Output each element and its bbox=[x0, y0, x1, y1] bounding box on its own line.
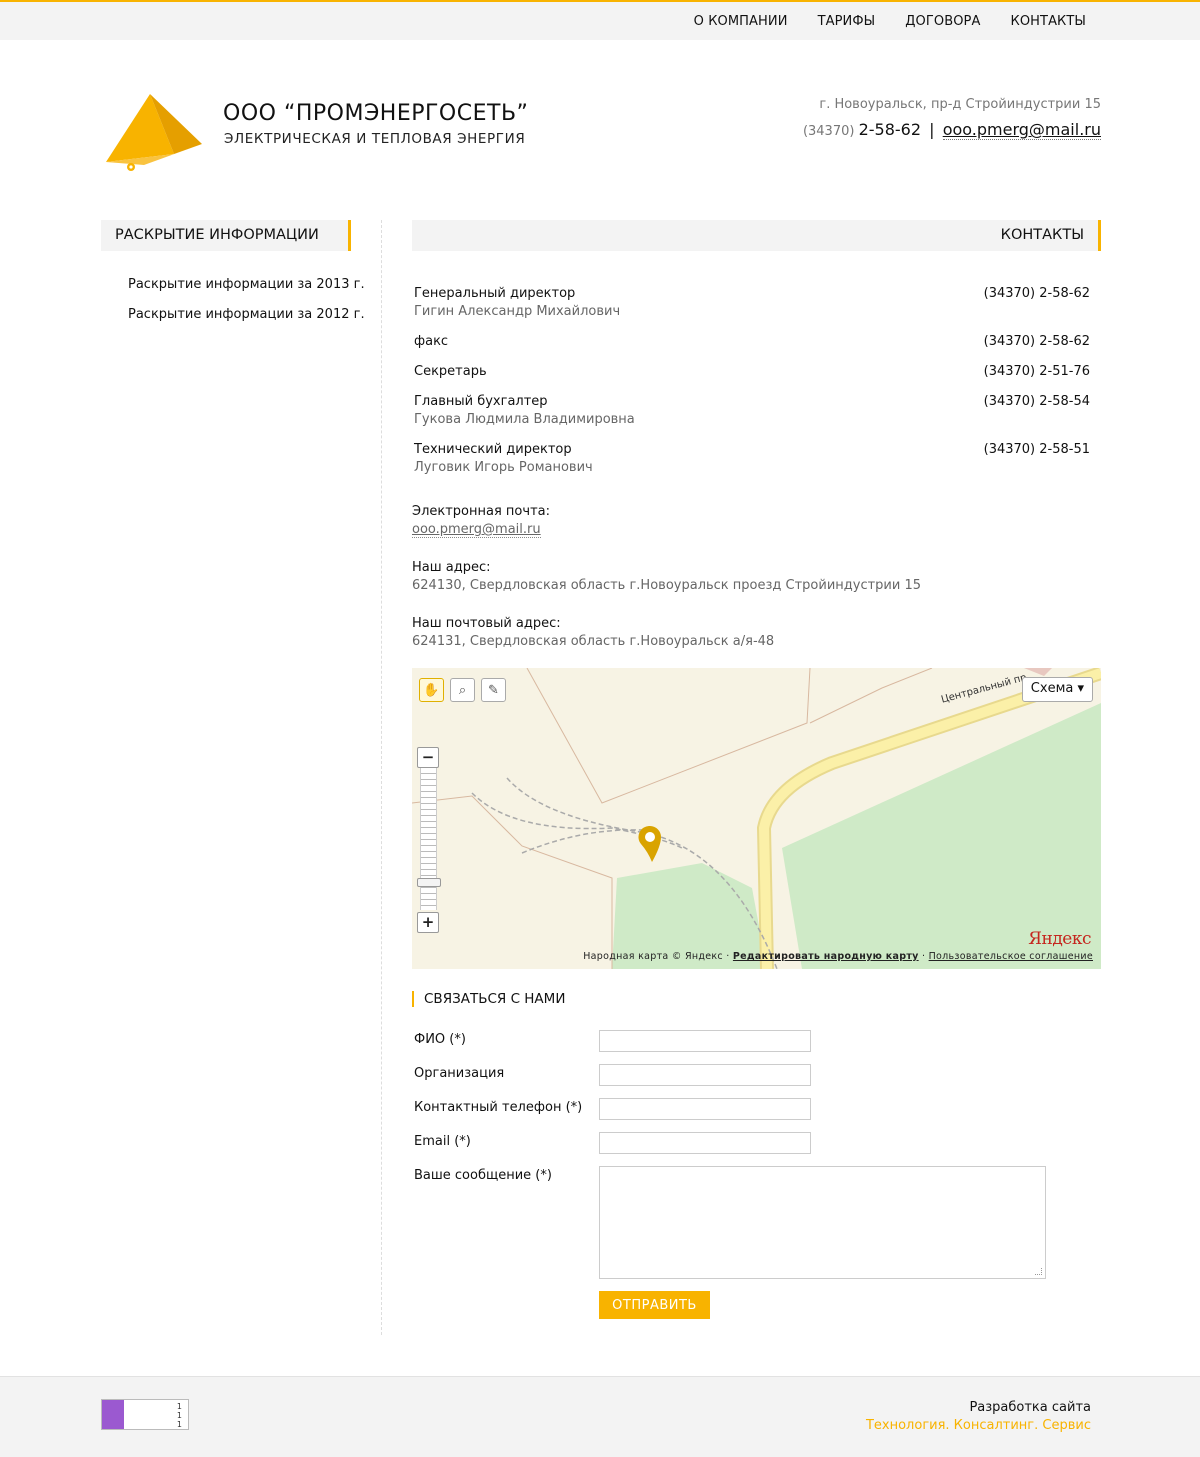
contact-person: Луговик Игорь Романович bbox=[414, 460, 593, 475]
counter-values: 1 1 1 bbox=[177, 1402, 182, 1429]
contact-person: Гукова Людмила Владимировна bbox=[414, 412, 635, 427]
yandex-map[interactable]: Центральный пр ✋ ⌕ ✎ Схема ▾ − + Яндекс … bbox=[412, 668, 1101, 969]
footer: 1 1 1 Разработка сайта Технология. Конса… bbox=[0, 1376, 1200, 1457]
zoom-in-button[interactable]: + bbox=[417, 912, 439, 933]
counter-badge-icon bbox=[102, 1400, 124, 1429]
counter-line: 1 bbox=[176, 1411, 182, 1420]
brand-title: ООО “ПРОМЭНЕРГОСЕТЬ” bbox=[223, 101, 529, 126]
map-canvas bbox=[412, 668, 1101, 969]
contact-phone: (34370) 2-58-62 bbox=[983, 286, 1090, 301]
zoom-slider-thumb[interactable] bbox=[417, 878, 441, 887]
email-link[interactable]: ooo.pmerg@mail.ru bbox=[412, 522, 541, 538]
header-phone: 2-58-62 bbox=[858, 120, 922, 139]
phone-code: (34370) bbox=[802, 124, 855, 139]
copyright-dot: · bbox=[921, 951, 926, 962]
org-input[interactable] bbox=[599, 1064, 811, 1086]
sidebar-item-2013[interactable]: Раскрытие информации за 2013 г. bbox=[128, 277, 365, 292]
submit-button[interactable]: ОТПРАВИТЬ bbox=[599, 1291, 710, 1319]
fio-input[interactable] bbox=[599, 1030, 811, 1052]
counter-line: 1 bbox=[176, 1402, 182, 1411]
header-address: г. Новоуральск, пр-д Стройиндустрии 15 bbox=[819, 97, 1101, 112]
message-textarea[interactable] bbox=[599, 1166, 1046, 1279]
map-copyright: Народная карта © Яндекс · Редактировать … bbox=[583, 951, 1093, 962]
brand-subtitle: ЭЛЕКТРИЧЕСКАЯ И ТЕПЛОВАЯ ЭНЕРГИЯ bbox=[224, 131, 526, 147]
form-title: СВЯЗАТЬСЯ С НАМИ bbox=[412, 991, 565, 1007]
column-divider bbox=[381, 220, 382, 1335]
copyright-text: Народная карта © Яндекс · bbox=[583, 951, 730, 962]
contact-role: Главный бухгалтер bbox=[414, 394, 548, 409]
message-label: Ваше сообщение (*) bbox=[414, 1168, 552, 1183]
contact-role: факс bbox=[414, 334, 449, 349]
address-label: Наш адрес: bbox=[412, 560, 491, 575]
zoom-slider-track[interactable] bbox=[420, 768, 437, 910]
counter-line: 1 bbox=[176, 1420, 182, 1429]
contact-phone: (34370) 2-58-54 bbox=[983, 394, 1090, 409]
terms-link[interactable]: Пользовательское соглашение bbox=[929, 951, 1093, 962]
magnifier-icon[interactable]: ⌕ bbox=[450, 678, 475, 702]
nav-tariffs[interactable]: ТАРИФЫ bbox=[818, 14, 876, 29]
hand-icon[interactable]: ✋ bbox=[419, 678, 444, 702]
edit-map-link[interactable]: Редактировать народную карту bbox=[733, 951, 919, 962]
email-label: Электронная почта: bbox=[412, 504, 550, 519]
address-value: 624130, Свердловская область г.Новоураль… bbox=[412, 578, 922, 593]
address-block: Наш адрес: 624130, Свердловская область … bbox=[412, 559, 921, 595]
contact-row: факс (34370) 2-58-62 bbox=[414, 333, 1090, 351]
contact-row: Секретарь (34370) 2-51-76 bbox=[414, 363, 1090, 381]
contact-role: Секретарь bbox=[414, 364, 487, 379]
header-email-link[interactable]: ooo.pmerg@mail.ru bbox=[942, 120, 1101, 140]
page-title: КОНТАКТЫ bbox=[412, 220, 1101, 251]
contact-row: Главный бухгалтер Гукова Людмила Владими… bbox=[414, 393, 1090, 429]
postal-value: 624131, Свердловская область г.Новоураль… bbox=[412, 634, 775, 649]
contact-row: Генеральный директор Гигин Александр Мих… bbox=[414, 285, 1090, 321]
contacts-list: Генеральный директор Гигин Александр Мих… bbox=[414, 285, 1090, 489]
phone-input[interactable] bbox=[599, 1098, 811, 1120]
map-type-select[interactable]: Схема ▾ bbox=[1021, 677, 1093, 702]
developer-line1: Разработка сайта bbox=[969, 1400, 1091, 1415]
yandex-logo: Яндекс bbox=[1028, 929, 1091, 949]
developer-link[interactable]: Технология. Консалтинг. Сервис bbox=[866, 1418, 1091, 1433]
contact-person: Гигин Александр Михайлович bbox=[414, 304, 621, 319]
postal-label: Наш почтовый адрес: bbox=[412, 616, 561, 631]
ruler-icon[interactable]: ✎ bbox=[481, 678, 506, 702]
main-nav: О КОМПАНИИ ТАРИФЫ ДОГОВОРА КОНТАКТЫ bbox=[694, 14, 1086, 29]
contact-role: Генеральный директор bbox=[414, 286, 576, 301]
phone-label: Контактный телефон (*) bbox=[414, 1100, 583, 1115]
top-bar: О КОМПАНИИ ТАРИФЫ ДОГОВОРА КОНТАКТЫ bbox=[0, 0, 1200, 40]
postal-block: Наш почтовый адрес: 624131, Свердловская… bbox=[412, 615, 774, 651]
nav-contacts[interactable]: КОНТАКТЫ bbox=[1010, 14, 1086, 29]
sidebar-list: Раскрытие информации за 2013 г. Раскрыти… bbox=[128, 277, 365, 337]
header-phone-line: (34370) 2-58-62 | ooo.pmerg@mail.ru bbox=[802, 120, 1101, 140]
nav-about[interactable]: О КОМПАНИИ bbox=[694, 14, 788, 29]
email-input[interactable] bbox=[599, 1132, 811, 1154]
logo-pyramid-icon[interactable] bbox=[104, 92, 204, 172]
resize-grip-icon[interactable] bbox=[1035, 1268, 1042, 1275]
contact-phone: (34370) 2-51-76 bbox=[983, 364, 1090, 379]
separator: | bbox=[929, 120, 935, 139]
map-marker-icon[interactable] bbox=[638, 826, 664, 864]
org-label: Организация bbox=[414, 1066, 505, 1081]
contact-row: Технический директор Луговик Игорь Роман… bbox=[414, 441, 1090, 477]
zoom-out-button[interactable]: − bbox=[417, 747, 439, 768]
visit-counter[interactable]: 1 1 1 bbox=[101, 1399, 189, 1430]
developer-credit: Разработка сайта Технология. Консалтинг.… bbox=[866, 1399, 1091, 1435]
nav-contracts[interactable]: ДОГОВОРА bbox=[905, 14, 980, 29]
fio-label: ФИО (*) bbox=[414, 1032, 466, 1047]
sidebar-title: РАСКРЫТИЕ ИНФОРМАЦИИ bbox=[101, 220, 351, 251]
sidebar-item-2012[interactable]: Раскрытие информации за 2012 г. bbox=[128, 307, 365, 322]
email-label-form: Email (*) bbox=[414, 1134, 471, 1149]
contact-role: Технический директор bbox=[414, 442, 572, 457]
contact-phone: (34370) 2-58-51 bbox=[983, 442, 1090, 457]
email-block: Электронная почта: ooo.pmerg@mail.ru bbox=[412, 503, 550, 539]
contact-phone: (34370) 2-58-62 bbox=[983, 334, 1090, 349]
